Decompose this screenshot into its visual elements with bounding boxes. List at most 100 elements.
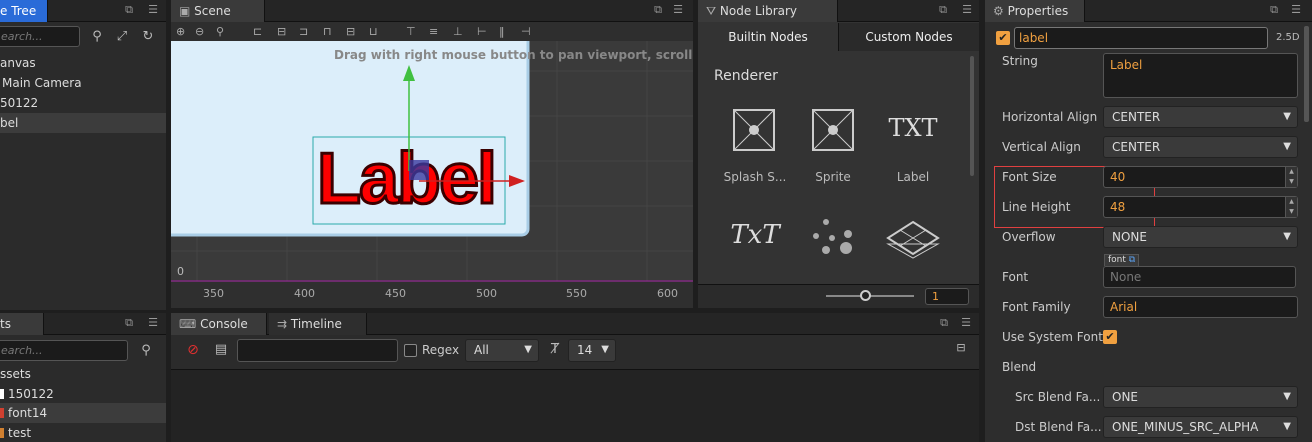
chevron-down-icon: ▼ <box>1283 391 1291 402</box>
align-top-icon[interactable]: ⊓ <box>323 22 332 41</box>
align-right-icon[interactable]: ⊐ <box>299 22 308 41</box>
font-asset-field[interactable]: None <box>1103 266 1296 288</box>
open-log-icon[interactable]: ▤ <box>213 342 229 358</box>
maximize-icon[interactable]: ⧉ <box>1267 3 1281 17</box>
vertical-align-select[interactable]: CENTER ▼ <box>1103 136 1298 158</box>
node-tree-search-input[interactable]: earch... <box>0 26 80 47</box>
search-icon[interactable]: ⚲ <box>89 29 105 45</box>
node-splash-sprite[interactable]: Splash S... <box>720 106 790 186</box>
maximize-icon[interactable]: ⧉ <box>122 3 136 17</box>
gear-icon: ⚙ <box>993 4 1004 18</box>
node-active-checkbox[interactable]: ✔ <box>996 31 1010 45</box>
node-tree-tabbar: e Tree ⧉ ☰ <box>0 0 166 22</box>
node-richtext[interactable]: TxT <box>720 218 790 278</box>
maximize-icon[interactable]: ⧉ <box>651 3 665 17</box>
zoom-in-icon[interactable]: ⊕ <box>176 22 185 41</box>
asset-item-150122[interactable]: 150122 <box>8 384 166 404</box>
distribute-vcenter-icon[interactable]: ≡ <box>429 22 438 41</box>
refresh-icon[interactable]: ↻ <box>140 29 156 45</box>
collapse-icon[interactable]: ⊟ <box>953 340 969 356</box>
axis-y-zero: 0 <box>177 265 184 278</box>
menu-icon[interactable]: ☰ <box>146 3 160 17</box>
overflow-value: NONE <box>1112 230 1147 244</box>
align-hcenter-icon[interactable]: ⊟ <box>277 22 286 41</box>
menu-icon[interactable]: ☰ <box>1289 3 1303 17</box>
console-filter-input[interactable] <box>237 339 398 362</box>
maximize-icon[interactable]: ⧉ <box>122 316 136 330</box>
menu-icon[interactable]: ☰ <box>960 3 974 17</box>
tab-assets[interactable]: ts <box>0 313 44 335</box>
node-particle[interactable] <box>798 218 868 278</box>
string-textarea[interactable]: Label <box>1103 53 1298 98</box>
maximize-icon[interactable]: ⧉ <box>937 316 951 330</box>
tab-custom-nodes[interactable]: Custom Nodes <box>838 23 979 51</box>
tab-scene[interactable]: ▣ Scene <box>171 0 265 22</box>
tab-timeline[interactable]: ⇉ Timeline <box>269 313 367 335</box>
tab-console[interactable]: ⌨ Console <box>171 313 267 335</box>
assets-tabbar: ts ⧉ ☰ <box>0 313 166 335</box>
log-level-value: All <box>474 343 489 357</box>
tree-item-label[interactable]: bel <box>0 113 166 133</box>
tree-item-main-camera[interactable]: Main Camera <box>0 73 166 93</box>
overflow-select[interactable]: NONE ▼ <box>1103 226 1298 248</box>
use-system-font-checkbox[interactable]: ✔ <box>1103 330 1117 344</box>
node-name: Label <box>896 170 930 184</box>
console-log-area[interactable] <box>171 369 979 442</box>
menu-icon[interactable]: ☰ <box>146 316 160 330</box>
asset-item-root[interactable]: ssets <box>0 364 166 384</box>
asset-item-font14[interactable]: font14 <box>8 403 166 423</box>
font-size-value: 14 <box>577 343 593 357</box>
node-sprite[interactable]: Sprite <box>798 106 868 186</box>
zoom-value-input[interactable]: 1 <box>925 288 969 305</box>
stepper-icon[interactable]: ▲ ▼ <box>1285 197 1297 217</box>
distribute-right-icon[interactable]: ⊣ <box>521 22 531 41</box>
menu-icon[interactable]: ☰ <box>959 316 973 330</box>
transform-gizmo[interactable] <box>171 41 693 308</box>
distribute-bottom-icon[interactable]: ⊥ <box>453 22 463 41</box>
tree-item-canvas[interactable]: anvas <box>0 53 166 73</box>
horizontal-align-select[interactable]: CENTER ▼ <box>1103 106 1298 128</box>
menu-icon[interactable]: ☰ <box>671 3 685 17</box>
zoom-slider-handle[interactable] <box>860 290 871 301</box>
line-height-input[interactable]: 48 ▲ ▼ <box>1103 196 1298 218</box>
font-size-input[interactable]: 40 ▲ ▼ <box>1103 166 1298 188</box>
link-icon[interactable]: ⧉ <box>1129 255 1135 265</box>
src-blend-value: ONE <box>1112 390 1139 404</box>
tab-builtin-nodes[interactable]: Builtin Nodes <box>698 23 838 51</box>
expand-icon[interactable]: ⤢ <box>114 29 130 45</box>
search-icon[interactable]: ⚲ <box>138 343 154 359</box>
label-icon: TXT <box>888 114 938 142</box>
tree-item-50122[interactable]: 50122 <box>0 93 166 113</box>
node-library-scrollbar[interactable] <box>970 56 974 176</box>
node-name-input[interactable]: label <box>1014 27 1268 49</box>
asset-item-test[interactable]: test <box>8 423 166 442</box>
node-tiledmap[interactable] <box>878 218 948 278</box>
properties-scrollbar[interactable] <box>1304 26 1309 122</box>
distribute-left-icon[interactable]: ⊢ <box>477 22 487 41</box>
particle-icon <box>813 219 852 254</box>
clear-console-icon[interactable]: ⊘ <box>185 342 201 358</box>
align-bottom-icon[interactable]: ⊔ <box>369 22 378 41</box>
scene-viewport[interactable]: Label Drag with right mouse button to pa… <box>171 41 693 308</box>
font-family-input[interactable]: Arial <box>1103 296 1298 318</box>
zoom-out-icon[interactable]: ⊖ <box>195 22 204 41</box>
tab-scene-label: Scene <box>194 4 231 18</box>
dst-blend-select[interactable]: ONE_MINUS_SRC_ALPHA ▼ <box>1103 416 1298 438</box>
font-size-select[interactable]: 14 ▼ <box>568 339 616 362</box>
node-name: Sprite <box>815 170 851 184</box>
align-vcenter-icon[interactable]: ⊟ <box>346 22 355 41</box>
align-left-icon[interactable]: ⊏ <box>253 22 262 41</box>
tab-properties[interactable]: ⚙ Properties <box>985 0 1085 22</box>
tab-node-library[interactable]: ⛛ Node Library <box>698 0 838 22</box>
tab-node-tree[interactable]: e Tree <box>0 0 48 22</box>
zoom-reset-icon[interactable]: ⚲ <box>216 22 224 41</box>
distribute-hcenter-icon[interactable]: ‖ <box>499 22 505 41</box>
log-level-select[interactable]: All ▼ <box>465 339 539 362</box>
node-label[interactable]: TXT Label <box>878 106 948 186</box>
regex-checkbox[interactable] <box>404 344 417 357</box>
maximize-icon[interactable]: ⧉ <box>936 3 950 17</box>
src-blend-select[interactable]: ONE ▼ <box>1103 386 1298 408</box>
stepper-icon[interactable]: ▲ ▼ <box>1285 167 1297 187</box>
assets-search-input[interactable]: earch... <box>0 340 128 361</box>
distribute-top-icon[interactable]: ⊤ <box>406 22 416 41</box>
